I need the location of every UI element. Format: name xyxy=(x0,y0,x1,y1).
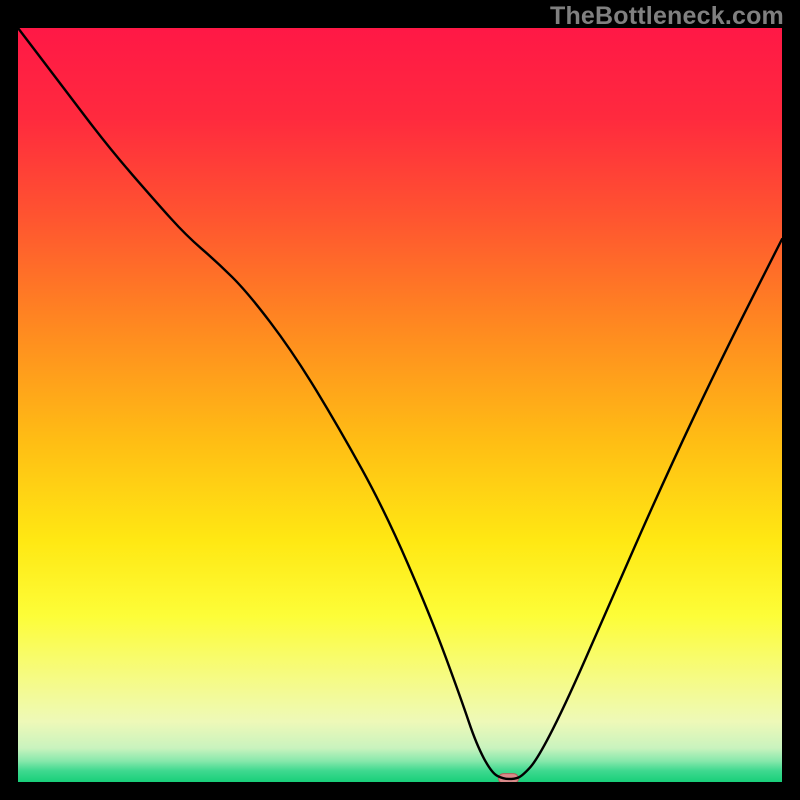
plot-area xyxy=(18,28,782,782)
watermark-text: TheBottleneck.com xyxy=(550,2,784,31)
gradient-background xyxy=(18,28,782,782)
bottleneck-chart xyxy=(18,28,782,782)
chart-frame: TheBottleneck.com xyxy=(0,0,800,800)
